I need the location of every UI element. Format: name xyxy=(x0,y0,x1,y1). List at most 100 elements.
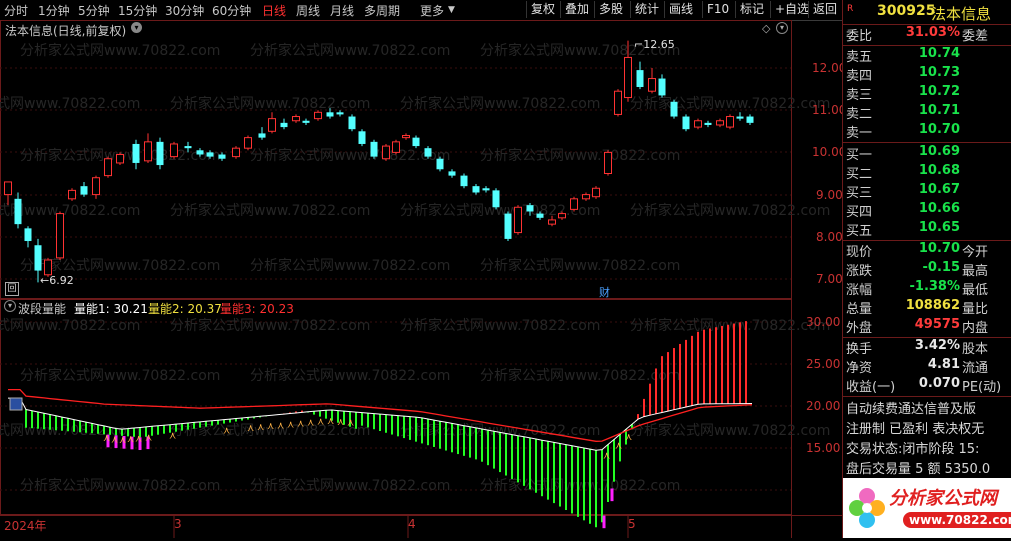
back-button[interactable]: 返回 xyxy=(808,1,841,18)
candle-body xyxy=(156,141,164,166)
mark-button[interactable]: 标记 xyxy=(735,1,768,18)
candle-body xyxy=(68,189,76,200)
tab-weekly[interactable]: 周线 xyxy=(296,2,320,19)
candle-body xyxy=(280,122,288,128)
buy-marker-icon: ⋏ xyxy=(223,425,230,436)
ask-row: 卖二 10.71 xyxy=(846,103,960,122)
diamond-icon[interactable]: ◇ xyxy=(762,22,770,35)
add-favorite-button[interactable]: +自选 xyxy=(770,1,813,18)
x-axis-label: 5 xyxy=(628,517,636,531)
candle-body xyxy=(144,141,152,162)
weibi-row: 委比 31.03% 委差 xyxy=(843,25,1011,44)
buy-marker-icon: ⋏ xyxy=(615,440,622,451)
candle-body xyxy=(694,120,702,128)
stock-header: R 300925 法本信息 xyxy=(843,2,1011,24)
stat-row: 外盘 49575 内盘 xyxy=(846,317,989,336)
replay-icon[interactable]: 回 xyxy=(5,282,19,296)
chart-area: 分析家公式网www.70822.com 分析家公式网www.70822.com 分析… xyxy=(0,20,846,538)
multi-stock-button[interactable]: 多股 xyxy=(594,1,627,18)
buy-marker-icon: ⋏ xyxy=(127,434,134,445)
info-line: 注册制 已盈利 表决权无 xyxy=(846,422,985,437)
ask-row: 卖三 10.72 xyxy=(846,84,960,103)
stat-row: 涨幅 -1.38% 最低 xyxy=(846,279,989,298)
candle-body xyxy=(34,245,42,271)
legend-line-3: 量能3: 20.23 xyxy=(220,302,294,316)
candle-body xyxy=(704,122,712,125)
candle-body xyxy=(592,187,600,198)
dropdown-circle-icon[interactable]: ▾ xyxy=(131,22,142,33)
sub-y-tick-label: 30.00 xyxy=(806,315,841,329)
candle-body xyxy=(558,213,566,219)
buy-marker-icon: ⋏ xyxy=(347,418,354,429)
buy-marker-icon: ⋏ xyxy=(297,418,304,429)
ask-row: 卖五 10.74 xyxy=(846,46,960,65)
tab-multi-period[interactable]: 多周期 xyxy=(364,2,400,19)
candle-body xyxy=(472,186,480,193)
flower-logo-icon xyxy=(849,488,885,528)
candle-body xyxy=(726,116,734,128)
sub-y-tick-label: 20.00 xyxy=(806,399,841,413)
tab-1min[interactable]: 1分钟 xyxy=(38,2,70,19)
tab-30min[interactable]: 30分钟 xyxy=(165,2,204,19)
tab-60min[interactable]: 60分钟 xyxy=(212,2,251,19)
watermark-text: 分析家公式网www.70822.com xyxy=(480,147,680,164)
logo-url: www.70822.com xyxy=(903,512,1011,528)
candle-body xyxy=(196,150,204,155)
y-tick-label: 7.00 xyxy=(816,272,843,286)
watermark-text: 分析家公式网www.70822.com xyxy=(250,367,450,384)
candle-body xyxy=(4,181,12,196)
candle-body xyxy=(624,56,632,99)
fuquan-button[interactable]: 复权 xyxy=(526,1,559,18)
ask-row: 卖一 10.70 xyxy=(846,122,960,141)
kline-chart-svg[interactable]: 分析家公式网www.70822.com 分析家公式网www.70822.com 分析… xyxy=(0,20,842,538)
cup-icon xyxy=(9,397,23,411)
indicator-dropdown-icon[interactable]: ▾ xyxy=(4,300,16,312)
candle-body xyxy=(604,151,612,174)
bid-row: 买五 10.65 xyxy=(846,220,960,239)
tab-15min[interactable]: 15分钟 xyxy=(118,2,157,19)
candle-body xyxy=(746,116,754,123)
stock-name: 法本信息 xyxy=(931,5,992,23)
watermark-text: 分析家公式网www.70822.com xyxy=(250,147,450,164)
tab-5min[interactable]: 5分钟 xyxy=(78,2,110,19)
tab-more[interactable]: 更多 xyxy=(420,2,444,19)
candle-body xyxy=(716,120,724,126)
y-tick-label: 9.00 xyxy=(816,188,843,202)
draw-button[interactable]: 画线 xyxy=(664,1,697,18)
watermark-text: 分析家公式网www.70822.com xyxy=(250,257,450,274)
candle-body xyxy=(326,112,334,117)
bid-row: 买四 10.66 xyxy=(846,201,960,220)
tab-monthly[interactable]: 月线 xyxy=(330,2,354,19)
tab-daily[interactable]: 日线 xyxy=(262,2,286,19)
candle-body xyxy=(232,147,240,158)
site-logo[interactable]: 分析家公式网 www.70822.com xyxy=(843,478,1011,538)
x-axis-label: 4 xyxy=(408,517,416,531)
candle-body xyxy=(268,118,276,132)
chevron-down-icon[interactable]: ▼ xyxy=(448,5,455,15)
watermark-text: 分析家公式网www.70822.com xyxy=(630,95,830,112)
circle-chevron-icon[interactable]: ▾ xyxy=(776,22,788,34)
info-line: 盘后交易量 5 额 5350.0 xyxy=(846,462,991,477)
tab-fenshi[interactable]: 分时 xyxy=(4,2,28,19)
watermark-text: 分析家公式网www.70822.com xyxy=(400,317,600,334)
stats-button[interactable]: 统计 xyxy=(630,1,663,18)
overlay-button[interactable]: 叠加 xyxy=(560,1,593,18)
candle-body xyxy=(24,228,32,242)
watermark-text: 分析家公式网www.70822.com xyxy=(20,367,220,384)
logo-text: 分析家公式网 xyxy=(889,488,997,509)
watermark-text: 分析家公式网www.70822.com xyxy=(0,317,140,334)
bid-row: 买二 10.68 xyxy=(846,163,960,182)
finance-marker[interactable]: 财 xyxy=(599,284,610,300)
watermark-text: 分析家公式网www.70822.com xyxy=(480,477,680,494)
x-axis-label: 3 xyxy=(174,517,182,531)
buy-marker-icon: ⋏ xyxy=(145,433,152,444)
candle-body xyxy=(682,116,690,130)
f10-button[interactable]: F10 xyxy=(702,1,733,18)
stat-row: 总量 108862 量比 xyxy=(846,298,989,317)
r-badge: R xyxy=(847,4,854,14)
candle-body xyxy=(736,116,744,119)
buy-marker-icon: ⋏ xyxy=(327,416,334,427)
watermark-text: 分析家公式网www.70822.com xyxy=(250,42,450,59)
candle-body xyxy=(370,141,378,157)
candle-body xyxy=(412,137,420,147)
